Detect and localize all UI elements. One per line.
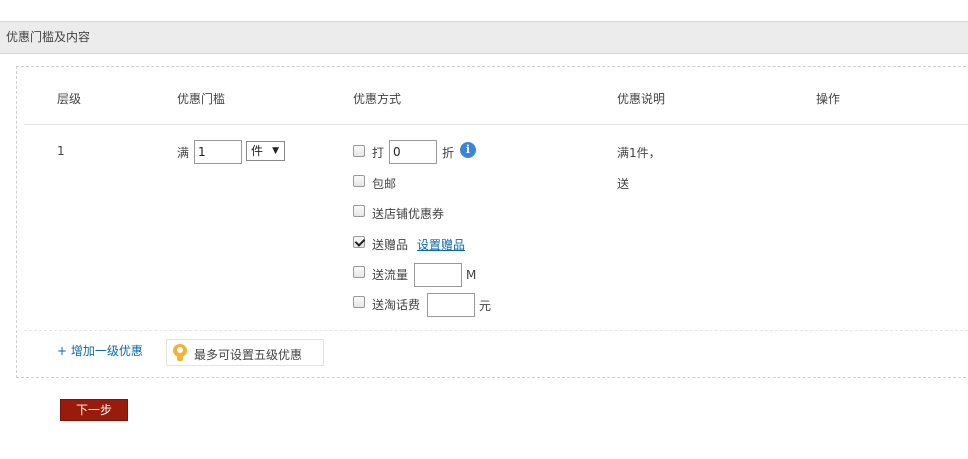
header-method: 优惠方式	[353, 92, 402, 106]
traffic-label: 送流量	[372, 268, 409, 282]
tip-box: 最多可设置五级优惠	[166, 339, 324, 366]
coupon-checkbox[interactable]	[353, 205, 365, 217]
phone-fee-label: 送淘话费	[372, 298, 421, 312]
traffic-input[interactable]	[414, 263, 462, 287]
description-line-2: 送	[617, 177, 630, 191]
threshold-unit-select[interactable]: 件 ▼	[246, 141, 285, 161]
info-icon[interactable]: i	[460, 142, 476, 158]
discount-suffix: 折	[442, 146, 455, 160]
next-step-button[interactable]: 下一步	[60, 399, 128, 421]
header-description: 优惠说明	[617, 92, 666, 106]
discount-label: 打	[372, 146, 385, 160]
tip-text: 最多可设置五级优惠	[194, 348, 303, 362]
threshold-unit-value: 件	[251, 144, 264, 158]
header-threshold: 优惠门槛	[177, 92, 226, 106]
lightbulb-icon	[173, 344, 187, 362]
section-header: 优惠门槛及内容	[0, 21, 968, 54]
row-level: 1	[57, 144, 65, 158]
free-shipping-checkbox[interactable]	[353, 175, 365, 187]
header-level: 层级	[57, 92, 82, 106]
discount-panel	[16, 66, 968, 378]
threshold-input[interactable]: 1	[194, 140, 242, 164]
header-divider	[24, 124, 968, 125]
gift-checkbox[interactable]	[353, 236, 365, 248]
discount-input[interactable]: 0	[389, 140, 437, 164]
discount-checkbox[interactable]	[353, 145, 365, 157]
add-level-link[interactable]: + 增加一级优惠	[57, 342, 143, 359]
coupon-label: 送店铺优惠券	[372, 207, 445, 221]
traffic-checkbox[interactable]	[353, 266, 365, 278]
traffic-suffix: M	[466, 268, 477, 282]
threshold-prefix: 满	[177, 146, 190, 160]
header-action: 操作	[816, 92, 841, 106]
dropdown-arrow-icon: ▼	[272, 146, 279, 156]
gift-label: 送赠品	[372, 238, 409, 252]
set-gift-link[interactable]: 设置赠品	[417, 236, 465, 253]
phone-fee-suffix: 元	[479, 299, 492, 313]
description-line-1: 满1件，	[617, 146, 661, 160]
free-shipping-label: 包邮	[372, 177, 397, 191]
row-divider	[24, 330, 968, 331]
phone-fee-input[interactable]	[427, 293, 475, 317]
phone-fee-checkbox[interactable]	[353, 296, 365, 308]
